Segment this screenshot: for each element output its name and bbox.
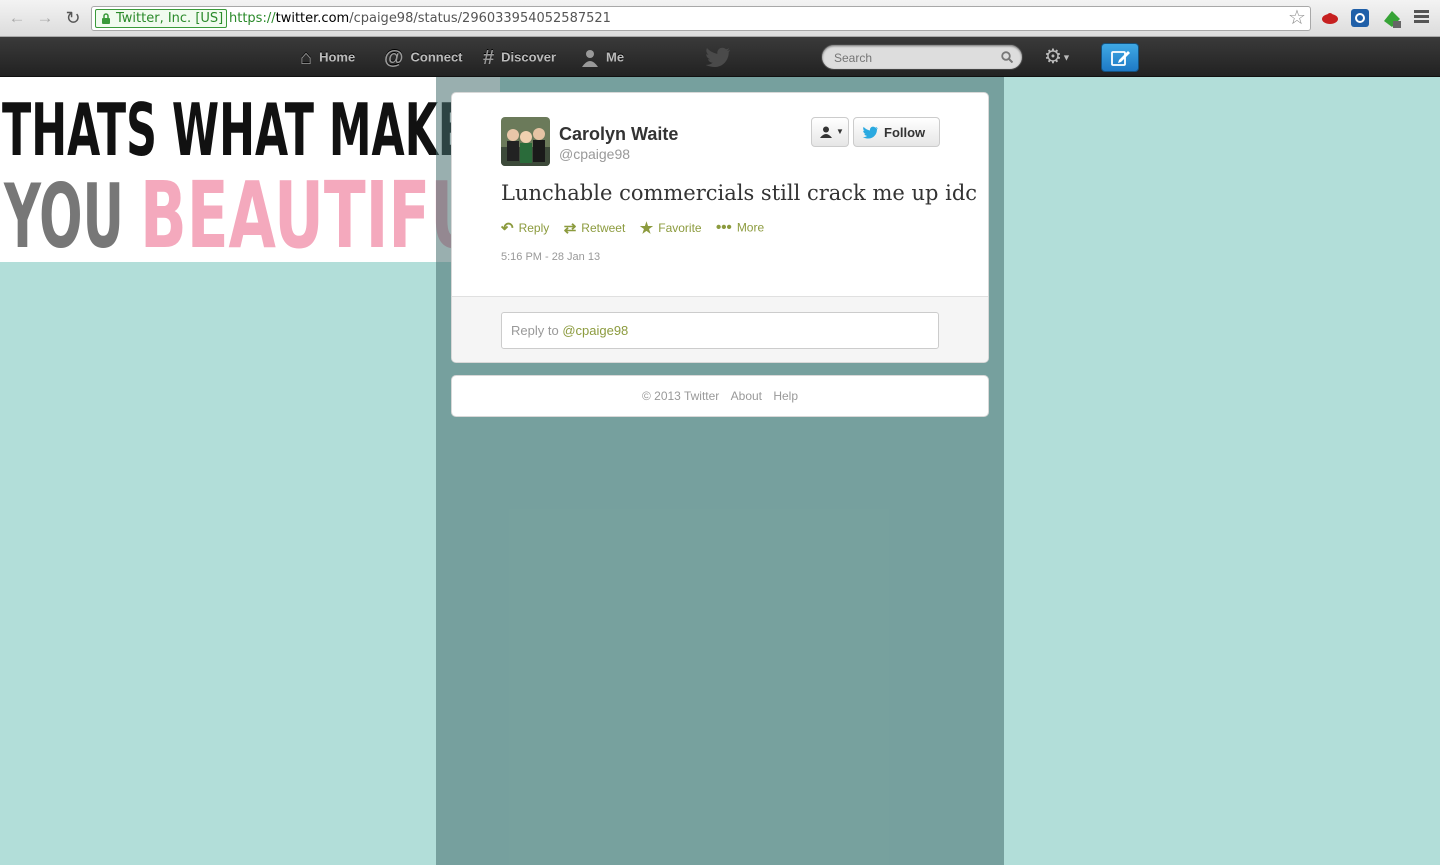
user-actions-dropdown[interactable]: ▼ bbox=[811, 117, 849, 147]
compose-icon bbox=[1111, 51, 1130, 66]
twitter-bird-icon bbox=[863, 126, 878, 139]
reply-icon: ↶ bbox=[501, 220, 514, 237]
browser-toolbar: ← → ↻ Twitter, Inc. [US] https://twitter… bbox=[0, 0, 1440, 37]
follow-label: Follow bbox=[884, 125, 926, 140]
reply-mention: @cpaige98 bbox=[562, 323, 629, 338]
twitter-topbar: ⌂ Home @ Connect # Discover Me ⚙▼ bbox=[0, 37, 1440, 77]
ev-certificate-badge[interactable]: Twitter, Inc. [US] bbox=[95, 9, 228, 28]
user-fullname[interactable]: Carolyn Waite bbox=[559, 124, 678, 145]
extension-red-icon[interactable] bbox=[1321, 9, 1339, 27]
nav-me[interactable]: Me bbox=[581, 37, 624, 77]
search-icon[interactable] bbox=[1001, 51, 1013, 63]
favorite-label: Favorite bbox=[658, 221, 702, 235]
chevron-down-icon: ▼ bbox=[836, 127, 844, 136]
reply-input[interactable]: Reply to @cpaige98 bbox=[501, 312, 939, 349]
reply-area: Reply to @cpaige98 bbox=[452, 296, 988, 362]
hash-icon: # bbox=[483, 46, 495, 69]
tweet-text: Lunchable commercials still crack me up … bbox=[501, 181, 978, 205]
retweet-label: Retweet bbox=[581, 221, 626, 235]
footer-help-link[interactable]: Help bbox=[773, 389, 798, 403]
nav-connect-label: Connect bbox=[410, 49, 463, 65]
back-arrow-icon[interactable]: ← bbox=[6, 7, 28, 29]
person-icon bbox=[581, 38, 599, 78]
settings-gear-icon[interactable]: ⚙▼ bbox=[1044, 46, 1071, 69]
lock-icon bbox=[102, 13, 110, 24]
nav-home-label: Home bbox=[319, 49, 356, 65]
twitter-bird-icon[interactable] bbox=[706, 44, 732, 70]
reply-label: Reply bbox=[518, 221, 550, 235]
search-box[interactable] bbox=[821, 44, 1023, 70]
footer-copyright: © 2013 Twitter bbox=[641, 389, 720, 403]
url-text[interactable]: https://twitter.com/cpaige98/status/2960… bbox=[229, 7, 611, 30]
profile-background-image: THATS WHAT MAKES YOU BEAUTIFU bbox=[0, 77, 500, 262]
extension-blue-icon[interactable] bbox=[1351, 9, 1369, 27]
header-line1: THATS WHAT MAKES bbox=[2, 88, 498, 172]
search-input[interactable] bbox=[834, 49, 994, 67]
ev-label: Twitter, Inc. [US] bbox=[116, 11, 224, 26]
nav-discover[interactable]: # Discover bbox=[483, 37, 556, 77]
nav-me-label: Me bbox=[606, 49, 625, 65]
footer: © 2013 Twitter About Help bbox=[451, 375, 989, 417]
reload-icon[interactable]: ↻ bbox=[62, 7, 84, 29]
follow-button[interactable]: Follow bbox=[853, 117, 940, 147]
person-icon bbox=[820, 126, 832, 138]
retweet-action[interactable]: ⇄ Retweet bbox=[564, 219, 626, 237]
reply-action[interactable]: ↶ Reply bbox=[501, 219, 549, 237]
star-icon: ★ bbox=[639, 220, 654, 237]
home-icon: ⌂ bbox=[300, 46, 313, 69]
header-line2a: YOU bbox=[3, 165, 124, 262]
avatar[interactable] bbox=[501, 117, 550, 166]
extension-green-icon[interactable] bbox=[1382, 9, 1401, 28]
more-action[interactable]: ••• More bbox=[716, 219, 764, 236]
retweet-icon: ⇄ bbox=[563, 220, 577, 237]
tweet-card: Carolyn Waite @cpaige98 ▼ Follow Lunchab… bbox=[451, 92, 989, 363]
nav-discover-label: Discover bbox=[501, 49, 557, 65]
header-line2b: BEAUTIFU bbox=[140, 162, 480, 262]
nav-home[interactable]: ⌂ Home bbox=[300, 37, 355, 77]
tweet-timestamp[interactable]: 5:16 PM - 28 Jan 13 bbox=[501, 251, 600, 263]
url-scheme: https:// bbox=[229, 11, 276, 26]
tweet-actions: ↶ Reply ⇄ Retweet ★ Favorite ••• More bbox=[501, 219, 774, 237]
url-path: /cpaige98/status/296033954052587521 bbox=[349, 11, 611, 26]
at-icon: @ bbox=[384, 46, 404, 69]
address-bar[interactable]: Twitter, Inc. [US] https://twitter.com/c… bbox=[91, 6, 1311, 31]
menu-icon[interactable] bbox=[1414, 10, 1429, 25]
footer-about-link[interactable]: About bbox=[731, 389, 762, 403]
url-host: twitter.com bbox=[275, 11, 350, 26]
favorite-action[interactable]: ★ Favorite bbox=[640, 219, 702, 237]
nav-connect[interactable]: @ Connect bbox=[384, 37, 463, 77]
forward-arrow-icon[interactable]: → bbox=[34, 7, 56, 29]
star-icon[interactable]: ☆ bbox=[1288, 8, 1306, 28]
reply-prefix: Reply to bbox=[511, 323, 563, 338]
more-dots-icon: ••• bbox=[716, 219, 732, 236]
compose-tweet-button[interactable] bbox=[1101, 43, 1139, 72]
user-handle[interactable]: @cpaige98 bbox=[559, 146, 630, 162]
more-label: More bbox=[736, 220, 765, 235]
